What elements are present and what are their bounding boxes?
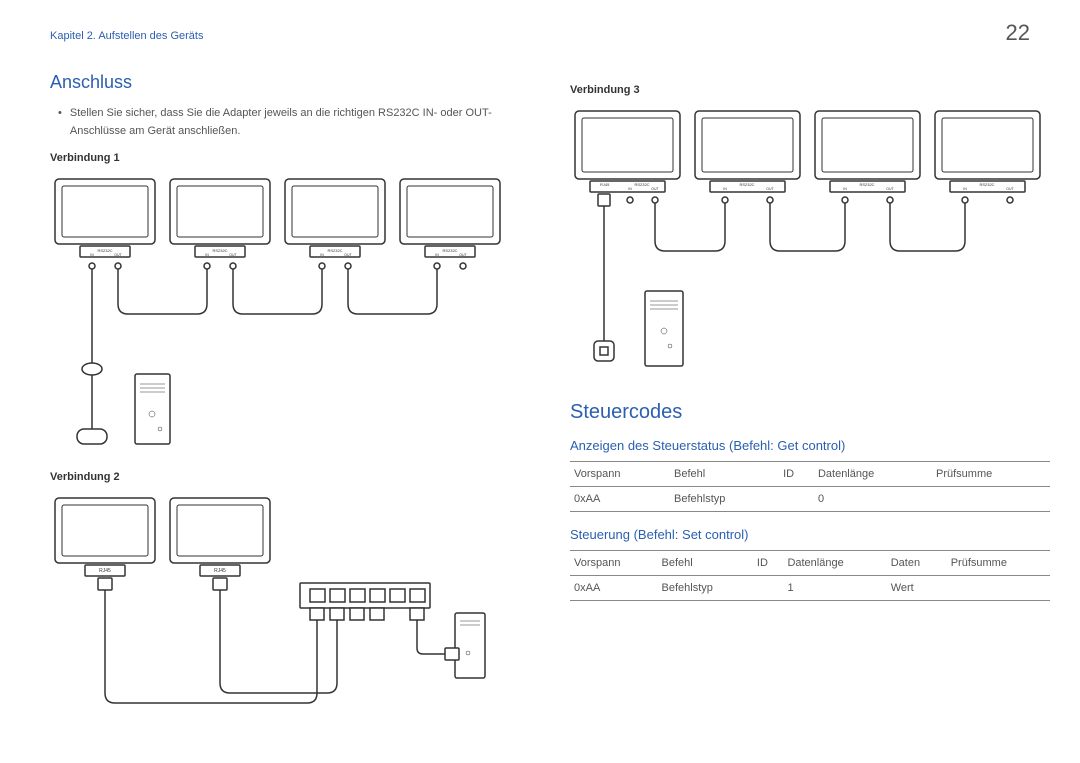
svg-text:OUT: OUT — [459, 253, 467, 257]
bullet-dot-icon: • — [58, 105, 62, 140]
section-title-anschluss: Anschluss — [50, 72, 510, 93]
svg-text:IN: IN — [963, 187, 967, 191]
svg-text:RJ45: RJ45 — [99, 568, 111, 574]
td-vorspann-val: 0xAA — [570, 487, 670, 512]
table-get-control: Vorspann Befehl ID Datenlänge Prüfsumme … — [570, 461, 1050, 512]
left-column: Anschluss • Stellen Sie sicher, dass Sie… — [50, 72, 510, 733]
svg-text:OUT: OUT — [229, 253, 237, 257]
svg-text:RS232C: RS232C — [327, 248, 342, 253]
td-pruefsumme-val — [932, 487, 1050, 512]
td2-id-val — [753, 576, 784, 601]
svg-text:RS232C: RS232C — [634, 182, 649, 187]
td2-datenlaenge-val: 1 — [783, 576, 886, 601]
th2-id: ID — [753, 551, 784, 576]
instruction-text: Stellen Sie sicher, dass Sie die Adapter… — [70, 105, 510, 140]
td2-daten-val: Wert — [887, 576, 947, 601]
chapter-title: Kapitel 2. Aufstellen des Geräts — [50, 30, 203, 42]
connection-1-label: Verbindung 1 — [50, 152, 510, 164]
td-datenlaenge-val: 0 — [814, 487, 932, 512]
svg-text:OUT: OUT — [886, 187, 894, 191]
svg-text:RS232C: RS232C — [979, 182, 994, 187]
subsection-get-control: Anzeigen des Steuerstatus (Befehl: Get c… — [570, 438, 1050, 453]
port-label-rs232c: RS232C — [97, 248, 112, 253]
th2-datenlaenge: Datenlänge — [783, 551, 886, 576]
th-datenlaenge: Datenlänge — [814, 462, 932, 487]
svg-text:IN: IN — [205, 253, 209, 257]
th-pruefsumme: Prüfsumme — [932, 462, 1050, 487]
th2-befehl: Befehl — [658, 551, 753, 576]
th2-pruefsumme: Prüfsumme — [947, 551, 1050, 576]
td2-befehl-val: Befehlstyp — [658, 576, 753, 601]
svg-text:IN: IN — [723, 187, 727, 191]
td-id-val — [779, 487, 814, 512]
right-column: Verbindung 3 RJ45RS232CINOUT — [570, 72, 1050, 733]
th-id: ID — [779, 462, 814, 487]
diagram-connection-2: RJ45 RJ45 — [50, 493, 510, 723]
svg-text:OUT: OUT — [766, 187, 774, 191]
svg-text:IN: IN — [435, 253, 439, 257]
svg-text:OUT: OUT — [1006, 187, 1014, 191]
svg-text:OUT: OUT — [114, 253, 122, 257]
connection-3-label: Verbindung 3 — [570, 84, 1050, 96]
svg-text:OUT: OUT — [344, 253, 352, 257]
instruction-bullet: • Stellen Sie sicher, dass Sie die Adapt… — [50, 105, 510, 140]
table-set-control: Vorspann Befehl ID Datenlänge Daten Prüf… — [570, 550, 1050, 601]
connection-2-label: Verbindung 2 — [50, 471, 510, 483]
svg-text:IN: IN — [90, 253, 94, 257]
td2-pruefsumme-val — [947, 576, 1050, 601]
svg-text:IN: IN — [320, 253, 324, 257]
svg-text:IN: IN — [843, 187, 847, 191]
svg-text:RS232C: RS232C — [442, 248, 457, 253]
th-vorspann: Vorspann — [570, 462, 670, 487]
subsection-set-control: Steuerung (Befehl: Set control) — [570, 527, 1050, 542]
th2-daten: Daten — [887, 551, 947, 576]
section-title-steuercodes: Steuercodes — [570, 401, 1050, 424]
svg-text:IN: IN — [628, 187, 632, 191]
svg-text:RJ45: RJ45 — [214, 568, 226, 574]
svg-text:RS232C: RS232C — [859, 182, 874, 187]
svg-text:OUT: OUT — [651, 187, 659, 191]
td2-vorspann-val: 0xAA — [570, 576, 658, 601]
page-header: Kapitel 2. Aufstellen des Geräts 22 — [50, 30, 1030, 42]
diagram-connection-1: RS232C IN OUT RS232C IN OUT RS232C IN OUT R… — [50, 174, 510, 459]
svg-text:RS232C: RS232C — [739, 182, 754, 187]
td-befehl-val: Befehlstyp — [670, 487, 779, 512]
page-number: 22 — [1006, 20, 1030, 46]
diagram-connection-3: RJ45RS232CINOUT RS232CINOUT RS232CINOUT … — [570, 106, 1050, 391]
svg-text:RJ45: RJ45 — [600, 182, 610, 187]
th2-vorspann: Vorspann — [570, 551, 658, 576]
svg-text:RS232C: RS232C — [212, 248, 227, 253]
th-befehl: Befehl — [670, 462, 779, 487]
